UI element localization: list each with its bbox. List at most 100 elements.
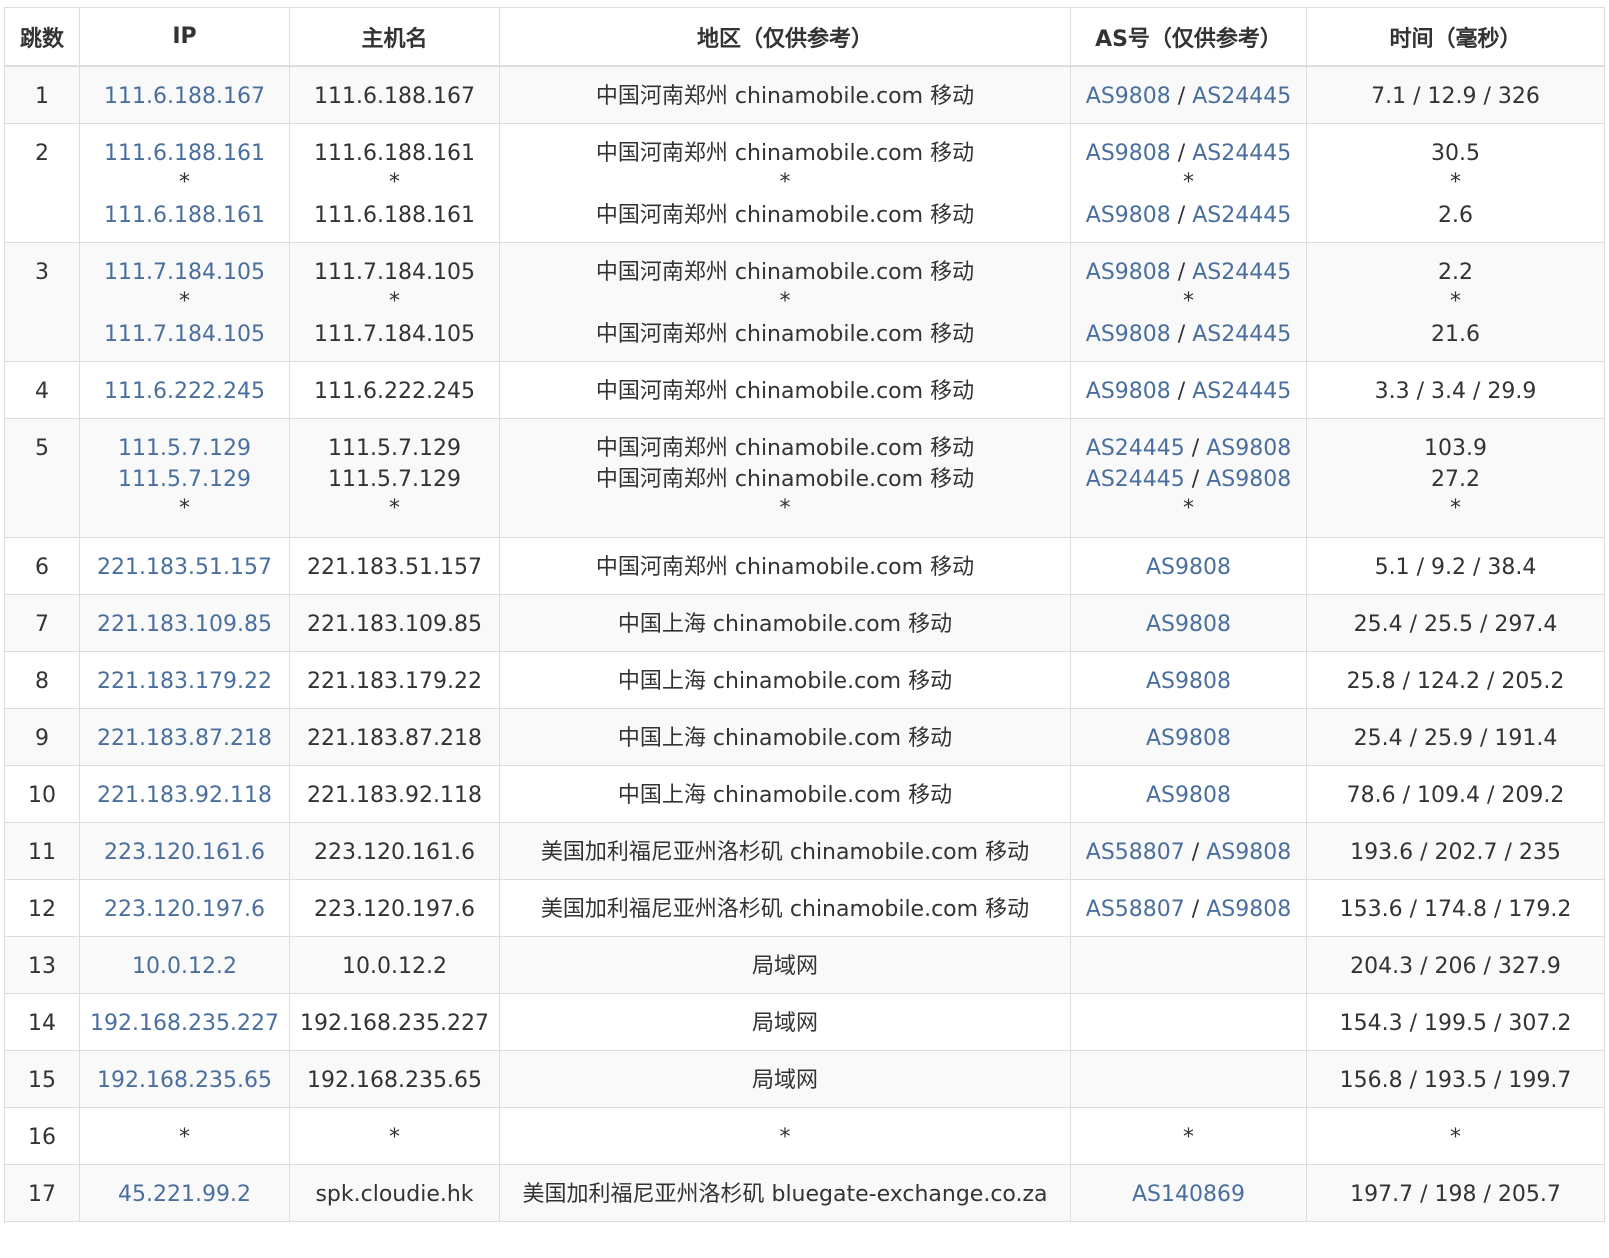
- as-number-link[interactable]: AS9808: [1146, 726, 1231, 751]
- header-row: 跳数 IP 主机名 地区（仅供参考） AS号（仅供参考） 时间（毫秒）: [4, 7, 1605, 67]
- ip-link[interactable]: 111.5.7.129: [118, 436, 251, 461]
- as-separator: /: [1184, 896, 1207, 922]
- hostname-cell: 111.6.188.167: [289, 65, 500, 124]
- time-line: 27.2: [1431, 466, 1480, 492]
- ip-line: 221.183.179.22: [80, 666, 289, 697]
- ip-line: 111.6.188.161: [80, 138, 289, 169]
- region-cell: 美国加利福尼亚州洛杉矶 chinamobile.com 移动: [499, 878, 1071, 937]
- as-number-link[interactable]: AS24445: [1086, 436, 1185, 461]
- host-line: 221.183.51.157: [307, 554, 482, 580]
- time-cell-content: 193.6 / 202.7 / 235: [1307, 823, 1604, 868]
- as-number-link[interactable]: AS9808: [1086, 322, 1171, 347]
- ip-cell: 10.0.12.2: [79, 935, 290, 994]
- as-line: AS9808: [1071, 723, 1306, 754]
- as-line: AS24445 / AS9808: [1071, 433, 1306, 464]
- table-row: 13 10.0.12.2 10.0.12.2 局域网 204.3 / 206 / 327…: [4, 935, 1605, 994]
- ip-link[interactable]: 223.120.197.6: [104, 897, 265, 922]
- ip-link[interactable]: 221.183.109.85: [97, 612, 272, 637]
- region-cell-content: 中国上海 chinamobile.com 移动: [500, 709, 1070, 754]
- hop-number: 12: [28, 896, 56, 922]
- ip-cell: 111.5.7.129 111.5.7.129 *: [79, 417, 290, 538]
- ip-link[interactable]: 221.183.92.118: [97, 783, 272, 808]
- time-cell: *: [1306, 1106, 1605, 1165]
- as-cell: [1070, 1049, 1307, 1108]
- table-row: 6 221.183.51.157 221.183.51.157 中国河南郑州 chin…: [4, 536, 1605, 595]
- ip-cell: 111.6.188.167: [79, 65, 290, 124]
- ip-link[interactable]: 223.120.161.6: [104, 840, 265, 865]
- ip-link[interactable]: 45.221.99.2: [118, 1182, 251, 1207]
- time-cell: 2.2 * 21.6: [1306, 241, 1605, 362]
- as-number-link[interactable]: AS9808: [1086, 203, 1171, 228]
- as-cell: *: [1070, 1106, 1307, 1165]
- as-number-link[interactable]: AS9808: [1146, 783, 1231, 808]
- as-number-link[interactable]: AS24445: [1192, 84, 1291, 109]
- ip-link[interactable]: 192.168.235.65: [97, 1068, 272, 1093]
- hostname-cell-content: spk.cloudie.hk: [290, 1165, 499, 1210]
- hostname-cell-content: 221.183.92.118: [290, 766, 499, 811]
- hostname-cell-content: 192.168.235.227: [290, 994, 499, 1039]
- as-line: AS140869: [1071, 1179, 1306, 1210]
- region-cell-content: 中国河南郑州 chinamobile.com 移动 中国河南郑州 chinamob…: [500, 419, 1070, 523]
- ip-link[interactable]: 10.0.12.2: [132, 954, 237, 979]
- ip-line: 111.5.7.129: [80, 433, 289, 464]
- as-number-link[interactable]: AS9808: [1206, 840, 1291, 865]
- as-number-link[interactable]: AS9808: [1086, 141, 1171, 166]
- as-number-link[interactable]: AS9808: [1146, 669, 1231, 694]
- as-number-link[interactable]: AS24445: [1192, 322, 1291, 347]
- region-line: 中国河南郑州 chinamobile.com 移动: [595, 466, 975, 492]
- region-cell-content: 局域网: [500, 1051, 1070, 1096]
- hop-cell: 15: [4, 1049, 80, 1108]
- as-number-link[interactable]: AS58807: [1086, 897, 1185, 922]
- no-response-marker: *: [389, 495, 400, 521]
- as-number-link[interactable]: AS24445: [1192, 203, 1291, 228]
- as-number-link[interactable]: AS9808: [1146, 555, 1231, 580]
- as-number-link[interactable]: AS58807: [1086, 840, 1185, 865]
- ip-link[interactable]: 111.6.188.161: [104, 141, 265, 166]
- as-number-link[interactable]: AS24445: [1192, 260, 1291, 285]
- ip-link[interactable]: 192.168.235.227: [90, 1011, 279, 1036]
- as-line: AS9808 / AS24445: [1071, 257, 1306, 288]
- column-header-as-number: AS号（仅供参考）: [1070, 7, 1307, 67]
- as-number-link[interactable]: AS9808: [1206, 467, 1291, 492]
- ip-line: 192.168.235.65: [80, 1065, 289, 1096]
- as-line: AS9808: [1071, 609, 1306, 640]
- ip-link[interactable]: 111.7.184.105: [104, 322, 265, 347]
- as-number-link[interactable]: AS24445: [1086, 467, 1185, 492]
- ip-link[interactable]: 111.6.222.245: [104, 379, 265, 404]
- as-number-link[interactable]: AS24445: [1192, 379, 1291, 404]
- ip-link[interactable]: 111.6.188.167: [104, 84, 265, 109]
- ip-link[interactable]: 221.183.51.157: [97, 555, 272, 580]
- ip-link[interactable]: 221.183.179.22: [97, 669, 272, 694]
- region-cell-content: *: [500, 1108, 1070, 1153]
- ip-link[interactable]: 111.5.7.129: [118, 467, 251, 492]
- hostname-cell: 111.6.222.245: [289, 360, 500, 419]
- as-number-link[interactable]: AS9808: [1086, 379, 1171, 404]
- ip-line: 111.6.222.245: [80, 376, 289, 407]
- as-number-link[interactable]: AS9808: [1206, 897, 1291, 922]
- region-line: 中国河南郑州 chinamobile.com 移动: [595, 554, 975, 580]
- hop-cell: 1: [4, 65, 80, 124]
- as-number-link[interactable]: AS9808: [1206, 436, 1291, 461]
- table-row: 1 111.6.188.167 111.6.188.167 中国河南郑州 chinam…: [4, 65, 1605, 124]
- as-number-link[interactable]: AS9808: [1086, 260, 1171, 285]
- ip-link[interactable]: 111.7.184.105: [104, 260, 265, 285]
- hop-number: 3: [35, 259, 49, 285]
- as-number-link[interactable]: AS9808: [1146, 612, 1231, 637]
- ip-link[interactable]: 221.183.87.218: [97, 726, 272, 751]
- host-line: 221.183.87.218: [307, 725, 482, 751]
- no-response-marker: *: [1450, 288, 1461, 314]
- region-cell-content: 美国加利福尼亚州洛杉矶 chinamobile.com 移动: [500, 823, 1070, 868]
- as-number-link[interactable]: AS9808: [1086, 84, 1171, 109]
- host-line: 192.168.235.227: [300, 1010, 489, 1036]
- ip-cell-content: 111.6.222.245: [80, 362, 289, 407]
- time-cell-content: *: [1307, 1108, 1604, 1153]
- time-cell-content: 103.9 27.2 *: [1307, 419, 1604, 523]
- as-number-link[interactable]: AS24445: [1192, 141, 1291, 166]
- time-cell-content: 7.1 / 12.9 / 326: [1307, 67, 1604, 112]
- hostname-cell-content: 111.6.222.245: [290, 362, 499, 407]
- ip-link[interactable]: 111.6.188.161: [104, 203, 265, 228]
- as-number-link[interactable]: AS140869: [1132, 1182, 1245, 1207]
- ip-cell-content: 111.6.188.167: [80, 67, 289, 112]
- region-line: 中国河南郑州 chinamobile.com 移动: [595, 140, 975, 166]
- time-cell: 7.1 / 12.9 / 326: [1306, 65, 1605, 124]
